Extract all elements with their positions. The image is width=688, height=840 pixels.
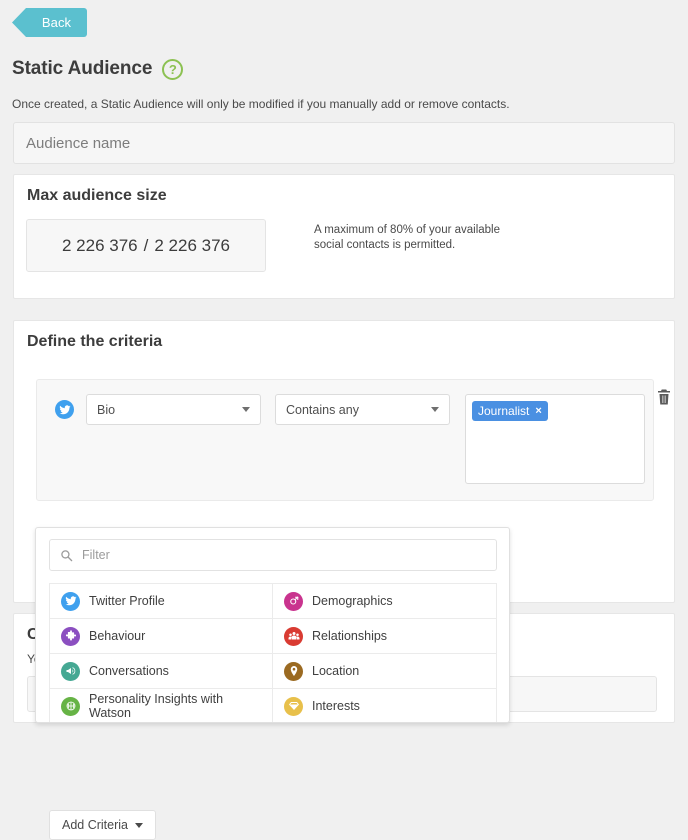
page-title: Static Audience: [12, 58, 153, 79]
twitter-icon: [55, 400, 74, 419]
page-subtitle: Once created, a Static Audience will onl…: [12, 97, 510, 111]
max-audience-title: Max audience size: [27, 187, 167, 204]
add-criteria-dropdown: Twitter Profile Demographics Behaviour: [35, 527, 510, 723]
criteria-token[interactable]: Journalist ×: [472, 401, 548, 421]
chevron-down-icon: [135, 822, 143, 828]
category-item-demographics[interactable]: Demographics: [273, 584, 496, 619]
back-button[interactable]: Back: [12, 8, 87, 37]
category-label: Relationships: [312, 629, 388, 643]
back-nav: Back: [12, 8, 87, 37]
page-header: Static Audience ?: [12, 58, 184, 80]
filter-field[interactable]: [49, 539, 497, 571]
max-audience-separator: /: [143, 235, 149, 255]
category-item-relationships[interactable]: Relationships: [273, 619, 496, 654]
criteria-category-grid: Twitter Profile Demographics Behaviour R…: [49, 583, 497, 722]
criteria-row: Bio Contains any Journalist ×: [36, 379, 654, 501]
twitter-icon: [61, 591, 80, 611]
category-item-interests[interactable]: Interests: [273, 689, 496, 722]
question-mark-icon[interactable]: ?: [162, 58, 184, 80]
map-pin-icon: [284, 661, 303, 681]
criteria-field-value: Bio: [97, 402, 116, 417]
criteria-values-input[interactable]: Journalist ×: [465, 394, 645, 484]
category-item-personality-insights[interactable]: Personality Insights with Watson: [50, 689, 273, 722]
category-item-twitter-profile[interactable]: Twitter Profile: [50, 584, 273, 619]
search-icon: [60, 549, 73, 562]
add-criteria-label: Add Criteria: [62, 818, 128, 832]
category-item-conversations[interactable]: Conversations: [50, 654, 273, 689]
chevron-down-icon: [431, 407, 439, 412]
brain-icon: [61, 696, 80, 716]
category-label: Twitter Profile: [89, 594, 165, 608]
category-label: Demographics: [312, 594, 393, 608]
trash-icon[interactable]: [655, 386, 673, 408]
criteria-token-label: Journalist: [478, 404, 530, 418]
filter-input[interactable]: [80, 547, 486, 563]
max-audience-value: 2 226 376 / 2 226 376: [26, 219, 266, 272]
max-audience-note: A maximum of 80% of your available socia…: [314, 224, 501, 251]
max-audience-total: 2 226 376: [154, 235, 230, 255]
max-audience-current: 2 226 376: [61, 235, 138, 255]
criteria-operator-select[interactable]: Contains any: [275, 394, 450, 425]
category-label: Personality Insights with Watson: [89, 692, 224, 720]
puzzle-icon: [61, 626, 80, 646]
max-audience-size-card: Max audience size 2 226 376 / 2 226 376 …: [13, 174, 675, 299]
chevron-down-icon: [242, 407, 250, 412]
diamond-icon: [284, 696, 303, 716]
audience-name-input[interactable]: [13, 122, 675, 164]
add-criteria-button[interactable]: Add Criteria: [49, 810, 156, 840]
close-icon[interactable]: ×: [535, 405, 541, 417]
criteria-operator-value: Contains any: [286, 402, 359, 417]
category-item-location[interactable]: Location: [273, 654, 496, 689]
criteria-field-select[interactable]: Bio: [86, 394, 261, 425]
category-label: Location: [312, 664, 360, 678]
category-label: Behaviour: [89, 629, 146, 643]
megaphone-icon: [61, 661, 80, 681]
gender-icon: [284, 591, 303, 611]
category-label: Conversations: [89, 664, 169, 678]
category-item-behaviour[interactable]: Behaviour: [50, 619, 273, 654]
people-icon: [284, 626, 303, 646]
category-label: Interests: [312, 699, 360, 713]
define-criteria-title: Define the criteria: [27, 333, 163, 350]
